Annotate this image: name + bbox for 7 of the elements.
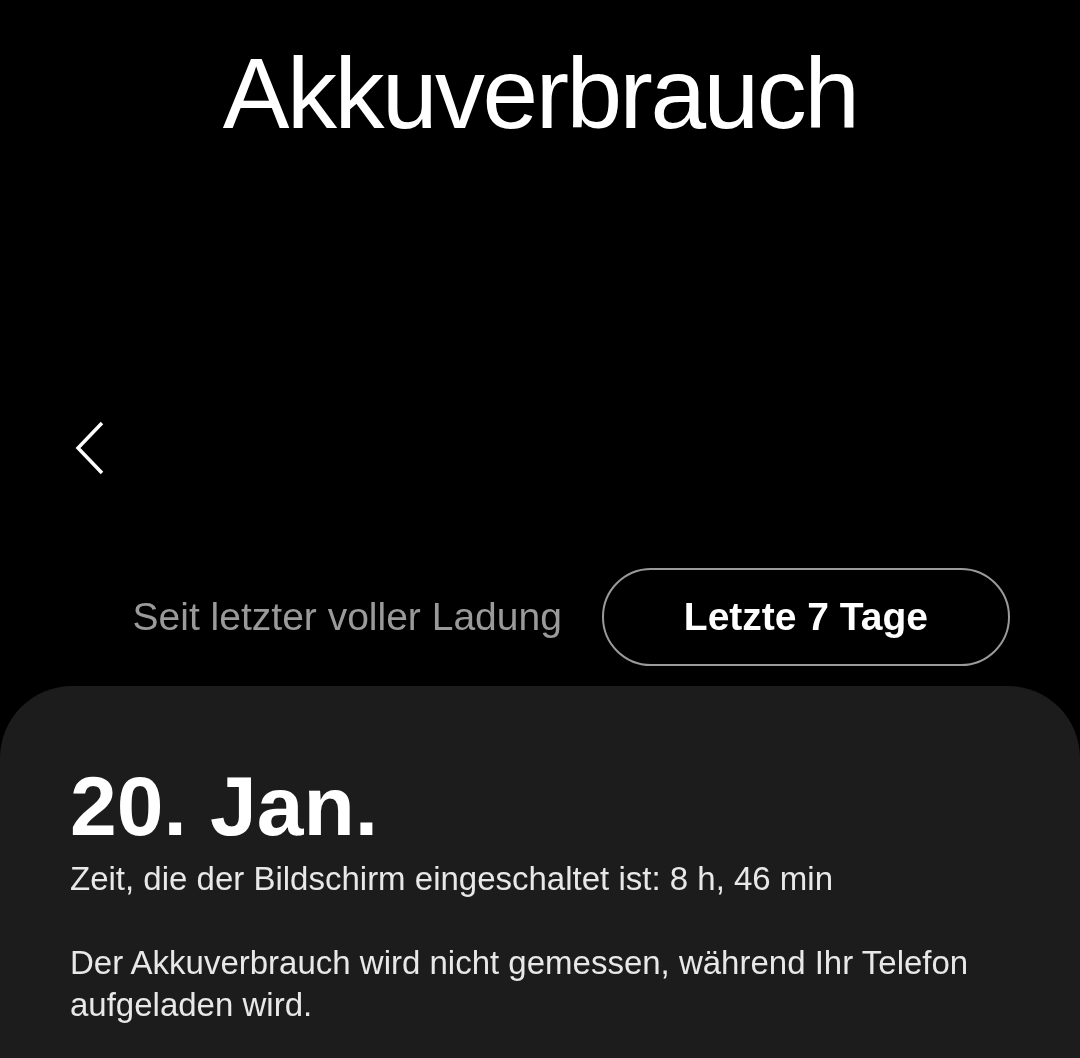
page-title: Akkuverbrauch	[222, 36, 858, 151]
charging-note: Der Akkuverbrauch wird nicht gemessen, während Ihr Telefon aufgeladen wird.	[70, 943, 970, 1025]
period-tab[interactable]: Letzte 7 Tage	[601, 568, 1010, 666]
screen-time-text: Zeit, die der Bildschirm eingeschaltet ist: 8 h, 46 min	[70, 859, 834, 899]
period-tab[interactable]: Seit letzter voller Ladung	[128, 568, 566, 666]
back-icon	[74, 421, 106, 475]
date-heading: 20. Jan.	[70, 758, 380, 855]
